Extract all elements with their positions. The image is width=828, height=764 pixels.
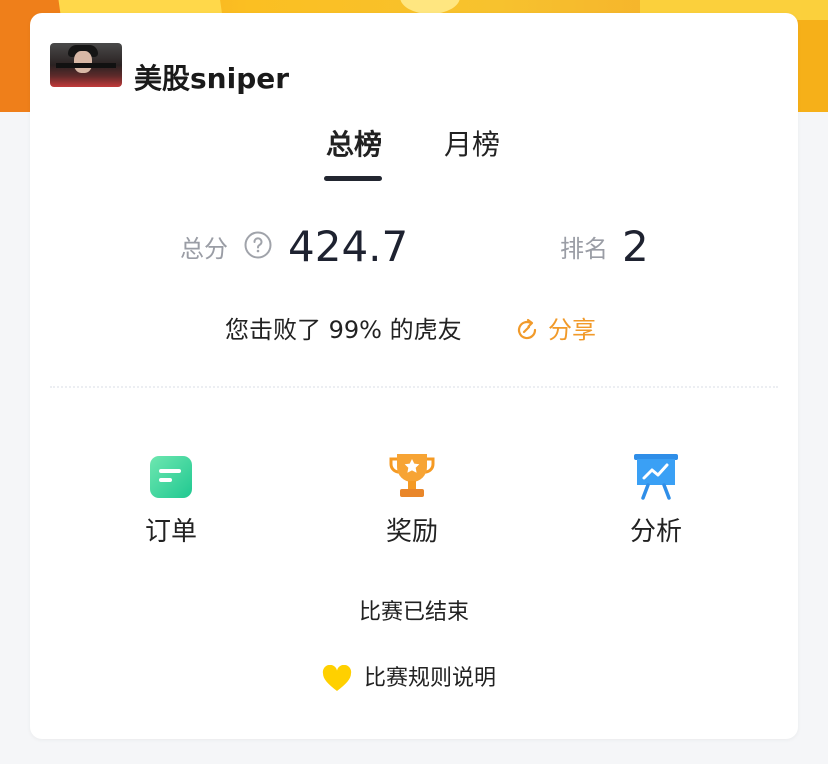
trophy-icon <box>389 454 435 497</box>
rewards-button[interactable]: 奖励 <box>352 451 472 549</box>
analysis-button[interactable]: 分析 <box>596 451 716 549</box>
score-label: 总分 <box>180 235 228 263</box>
share-icon <box>517 318 537 340</box>
rewards-label: 奖励 <box>385 517 438 547</box>
competition-status: 比赛已结束 <box>358 600 469 625</box>
orders-button[interactable]: 订单 <box>111 451 231 549</box>
username: 美股sniper <box>134 62 290 95</box>
rank-label: 排名 <box>560 235 608 263</box>
tab-total[interactable]: 总榜 <box>326 125 382 165</box>
analysis-label: 分析 <box>629 517 682 547</box>
help-icon[interactable] <box>244 231 272 259</box>
profile-card: 美股sniper 总榜 月榜 总分 424.7 排名 2 您击败了 99% 的虎… <box>30 13 798 739</box>
chart-board-icon <box>634 454 678 500</box>
order-icon <box>150 456 192 498</box>
user-header[interactable]: 美股sniper <box>50 43 289 95</box>
orders-label: 订单 <box>144 517 197 547</box>
beat-percentage-text: 您击败了 99% 的虎友 <box>225 316 462 344</box>
heart-icon <box>322 665 352 691</box>
share-button[interactable]: 分享 <box>514 313 596 347</box>
share-label: 分享 <box>548 316 596 344</box>
tab-monthly[interactable]: 月榜 <box>444 125 500 165</box>
active-tab-indicator <box>324 176 382 181</box>
rank-value: 2 <box>622 222 649 271</box>
score-value: 424.7 <box>288 222 409 271</box>
rules-label: 比赛规则说明 <box>364 666 497 691</box>
divider <box>50 386 778 388</box>
avatar[interactable] <box>50 43 122 87</box>
competition-rules-link[interactable]: 比赛规则说明 <box>322 663 496 695</box>
